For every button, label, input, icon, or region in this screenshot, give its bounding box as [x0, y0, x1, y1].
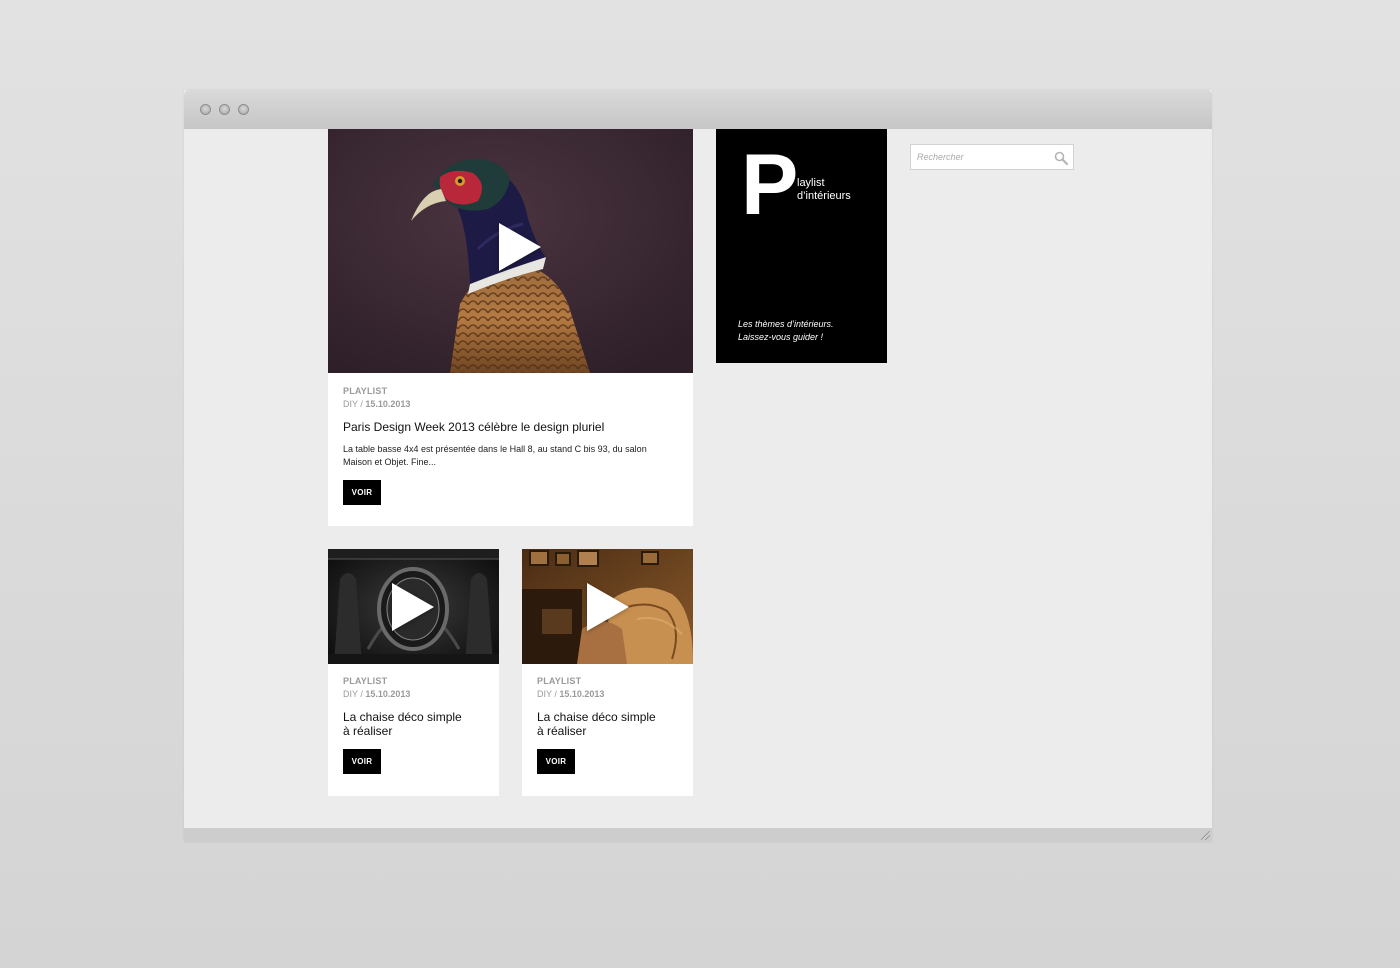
play-icon[interactable] [392, 583, 434, 631]
window-titlebar [184, 90, 1212, 129]
play-icon[interactable] [587, 583, 629, 631]
playlist-title-line: d’intérieurs [797, 190, 851, 202]
voir-button[interactable]: VOIR [537, 749, 575, 774]
video-card: PLAYLIST DIY / 15.10.2013 La chaise déco… [522, 549, 693, 796]
search-icon[interactable] [1054, 151, 1068, 165]
window-statusbar [184, 828, 1212, 842]
video-card: PLAYLIST DIY / 15.10.2013 La chaise déco… [328, 549, 499, 796]
playlist-title-line: laylist [797, 177, 825, 189]
resize-grip-icon[interactable] [1201, 831, 1210, 840]
card-excerpt: La table basse 4x4 est présentée dans le… [343, 443, 647, 469]
featured-card: PLAYLIST DIY / 15.10.2013 Paris Design W… [328, 129, 693, 526]
card-title[interactable]: La chaise déco simple à réaliser [343, 710, 462, 738]
minimize-window-icon[interactable] [219, 104, 230, 115]
browser-window: PLAYLIST DIY / 15.10.2013 Paris Design W… [184, 90, 1212, 842]
close-window-icon[interactable] [200, 104, 211, 115]
card-media[interactable] [522, 549, 693, 664]
playlist-subtitle-line: Les thèmes d’intérieurs. [738, 319, 834, 329]
card-category: DIY [537, 689, 552, 699]
voir-button[interactable]: VOIR [343, 749, 381, 774]
title-line: La chaise déco simple [537, 710, 656, 724]
playlist-panel[interactable]: P laylist d’intérieurs Les thèmes d’inté… [716, 129, 887, 363]
card-title[interactable]: La chaise déco simple à réaliser [537, 710, 656, 738]
voir-button[interactable]: VOIR [343, 480, 381, 505]
featured-media[interactable] [328, 129, 693, 373]
search-box [910, 144, 1074, 170]
excerpt-line: La table basse 4x4 est présentée dans le… [343, 444, 647, 454]
play-icon[interactable] [499, 223, 541, 271]
excerpt-line: Maison et Objet. Fine... [343, 457, 437, 467]
search-input[interactable] [917, 149, 1047, 165]
playlist-subtitle-line: Laissez-vous guider ! [738, 332, 824, 342]
card-date: 15.10.2013 [365, 689, 411, 699]
title-line: à réaliser [343, 724, 393, 738]
card-kind: PLAYLIST [537, 676, 582, 686]
title-line: La chaise déco simple [343, 710, 462, 724]
card-date: 15.10.2013 [559, 689, 605, 699]
card-date: 15.10.2013 [365, 399, 411, 409]
zoom-window-icon[interactable] [238, 104, 249, 115]
card-kind: PLAYLIST [343, 386, 388, 396]
card-meta: DIY / 15.10.2013 [343, 399, 411, 409]
card-meta: DIY / 15.10.2013 [343, 689, 411, 699]
card-title[interactable]: Paris Design Week 2013 célèbre le design… [343, 420, 604, 434]
title-line: à réaliser [537, 724, 587, 738]
card-meta: DIY / 15.10.2013 [537, 689, 605, 699]
card-category: DIY [343, 399, 358, 409]
card-kind: PLAYLIST [343, 676, 388, 686]
card-media[interactable] [328, 549, 499, 664]
card-category: DIY [343, 689, 358, 699]
playlist-logo-letter: P [741, 137, 799, 233]
